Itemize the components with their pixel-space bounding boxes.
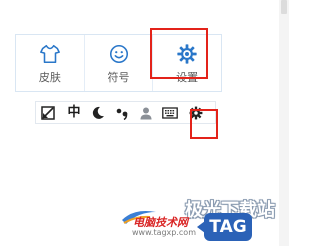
watermark-url: www.tagxp.com	[132, 228, 196, 237]
settings-button[interactable]: 设置	[152, 35, 221, 91]
gear-icon	[177, 43, 197, 64]
watermark-tag-text: TAG	[209, 217, 247, 237]
scrollbar-thumb[interactable]	[281, 0, 287, 14]
punctuation-icon	[116, 108, 128, 120]
keyboard-icon	[162, 107, 178, 119]
skin-label: 皮肤	[38, 70, 61, 84]
skin-button[interactable]: 皮肤	[16, 35, 84, 91]
fullwidth-button[interactable]	[90, 105, 106, 121]
settings-label: 设置	[176, 70, 199, 84]
punctuation-button[interactable]	[114, 105, 130, 121]
soft-keyboard-button[interactable]	[162, 105, 178, 121]
symbol-button[interactable]: 符号	[83, 35, 153, 91]
edit-square-icon	[41, 106, 55, 120]
chinese-mode-button[interactable]: 中	[66, 105, 82, 121]
quick-settings-panel: 皮肤 符号 设置	[15, 34, 222, 92]
gear-icon	[189, 106, 203, 120]
chinese-mode-icon: 中	[67, 105, 81, 120]
symbol-label: 符号	[107, 70, 130, 84]
toolbar-settings-button[interactable]	[188, 105, 204, 121]
user-button[interactable]	[138, 105, 154, 121]
edit-square-button[interactable]	[40, 105, 56, 121]
input-method-toolbar: 中	[35, 101, 216, 124]
moon-icon	[92, 106, 104, 119]
user-icon	[140, 107, 152, 120]
scrollbar[interactable]	[279, 0, 289, 246]
smiley-icon	[109, 44, 128, 63]
shirt-icon	[39, 44, 60, 63]
watermark-tag-badge: TAG	[197, 213, 252, 241]
watermark: 极光下载站 电脑技术网 www.tagxp.com TAG	[120, 196, 279, 244]
